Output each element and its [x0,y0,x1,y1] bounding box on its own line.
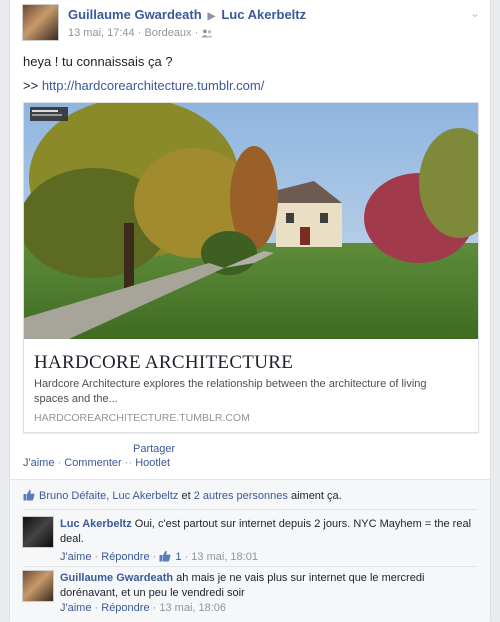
post-location[interactable]: Bordeaux [144,27,191,39]
likes-and: et [181,490,191,502]
comment-time[interactable]: 13 mai, 18:01 [191,551,258,563]
chevron-down-icon[interactable]: ⌄ [470,6,480,20]
comment-like-button[interactable]: J'aime [60,551,91,563]
like-button[interactable]: J'aime [23,457,54,469]
comment-reply-button[interactable]: Répondre [101,602,149,614]
meta-separator: · [94,602,99,614]
comment-reply-button[interactable]: Répondre [101,551,149,563]
comment-meta: J'aime · Répondre · 1 · 13 mai, 18:01 [60,550,258,563]
share-button[interactable]: Partager [133,443,175,455]
comment-body: Guillaume Gwardeath ah mais je ne vais p… [60,571,480,601]
post-header: Guillaume Gwardeath ▶ Luc Akerbeltz [68,7,306,22]
comment-body: Luc Akerbeltz Oui, c'est partout sur int… [60,517,480,547]
comment-author[interactable]: Luc Akerbeltz [60,518,132,530]
likes-summary: Bruno Défaite, Luc Akerbeltz et 2 autres… [23,489,342,502]
author-avatar[interactable] [22,4,59,41]
link-prefix: >> [23,78,39,93]
card-description: Hardcore Architecture explores the relat… [34,378,427,405]
likers-names[interactable]: Bruno Défaite, Luc Akerbeltz [39,490,178,502]
friends-icon[interactable] [201,29,213,38]
likes-comments-section: Bruno Défaite, Luc Akerbeltz et 2 autres… [10,479,490,622]
link-preview-card[interactable]: HARDCORE ARCHITECTURE Hardcore Architect… [23,102,479,433]
thumbs-up-icon [23,489,35,501]
comment-avatar[interactable] [22,516,54,548]
post-link[interactable]: http://hardcorearchitecture.tumblr.com/ [42,78,265,93]
comment-divider [23,509,477,510]
post-meta: 13 mai, 17:44 · Bordeaux · [68,27,213,39]
post-timestamp[interactable]: 13 mai, 17:44 [68,27,135,39]
comment-like-count[interactable]: 1 [175,551,181,563]
likers-others[interactable]: 2 autres personnes [194,490,288,502]
comment-meta: J'aime · Répondre · 13 mai, 18:06 [60,602,226,614]
post-text: heya ! tu connaissais ça ? [23,54,173,69]
likes-suffix: aiment ça. [290,490,342,502]
action-separator: · [128,457,133,469]
card-domain: HARDCOREARCHITECTURE.TUMBLR.COM [34,412,250,424]
meta-separator: · [194,27,199,39]
thumbs-up-icon [159,550,171,562]
comment-avatar[interactable] [22,570,54,602]
street-view-house-photo[interactable] [24,103,478,339]
meta-separator: · [184,551,189,563]
comment-author[interactable]: Guillaume Gwardeath [60,572,173,584]
comment-time[interactable]: 13 mai, 18:06 [159,602,226,614]
post-link-line: >> http://hardcorearchitecture.tumblr.co… [23,78,264,93]
meta-separator: · [94,551,99,563]
feed-post: Guillaume Gwardeath ▶ Luc Akerbeltz 13 mai… [9,0,491,622]
arrow-right-icon: ▶ [207,11,216,22]
card-title[interactable]: HARDCORE ARCHITECTURE [34,352,293,374]
hootlet-button[interactable]: Hootlet [135,457,170,469]
meta-separator: · [152,551,157,563]
post-actions: J'aime · Commenter ·· Hootlet [23,457,170,469]
recipient-name[interactable]: Luc Akerbeltz [221,7,306,22]
meta-separator: · [137,27,142,39]
action-separator: · [57,457,62,469]
comment-divider [23,566,477,567]
author-name[interactable]: Guillaume Gwardeath [68,7,202,22]
meta-separator: · [152,602,157,614]
comment-like-button[interactable]: J'aime [60,602,91,614]
comment-button[interactable]: Commenter [64,457,121,469]
